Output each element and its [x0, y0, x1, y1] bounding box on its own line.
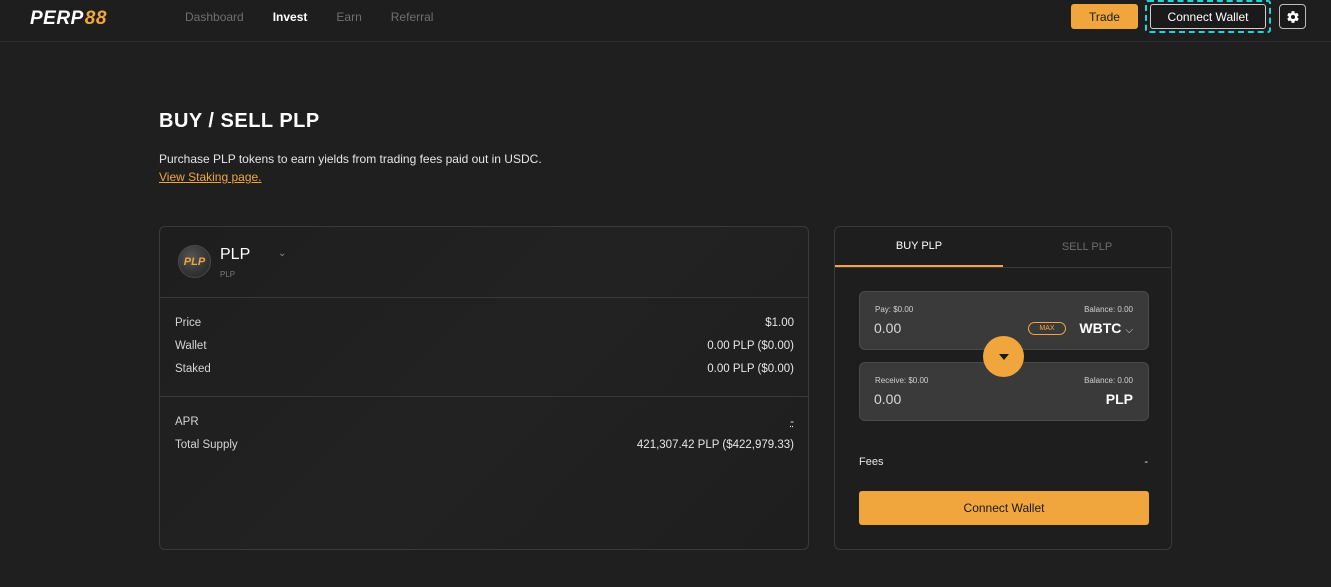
- logo-text: PERP: [30, 8, 84, 29]
- stat-row-wallet: Wallet 0.00 PLP ($0.00): [175, 340, 794, 356]
- token-info-card: PLP PLP ⌄ PLP Price $1.00 Wallet 0.00 PL…: [159, 226, 809, 550]
- fees-value: -: [1144, 456, 1148, 468]
- gear-icon: [1286, 10, 1299, 23]
- token-subtitle: PLP: [220, 270, 236, 279]
- settings-button[interactable]: [1279, 4, 1306, 29]
- token-name: PLP: [220, 246, 251, 263]
- logo-number: 88: [84, 8, 107, 29]
- staked-value: 0.00 PLP ($0.00): [707, 363, 794, 375]
- chevron-down-icon: ⌵: [1125, 325, 1133, 336]
- pay-token-selector[interactable]: WBTC ⌵: [1079, 320, 1133, 336]
- receive-balance: Balance: 0.00: [1084, 376, 1133, 385]
- page-description: Purchase PLP tokens to earn yields from …: [159, 152, 542, 166]
- plp-token-logo: PLP: [178, 245, 211, 278]
- fees-label: Fees: [859, 456, 884, 468]
- receive-token-name: PLP: [1105, 391, 1133, 407]
- token-selector[interactable]: PLP PLP ⌄ PLP: [178, 245, 378, 279]
- nav-link-dashboard[interactable]: Dashboard: [185, 10, 244, 24]
- stat-row-total-supply: Total Supply 421,307.42 PLP ($422,979.33…: [175, 439, 794, 455]
- receive-amount[interactable]: 0.00: [874, 391, 994, 407]
- max-button[interactable]: MAX: [1028, 322, 1066, 335]
- trade-button[interactable]: Trade: [1071, 4, 1138, 29]
- apr-value[interactable]: -: [790, 416, 794, 428]
- swap-direction-button[interactable]: [983, 336, 1024, 377]
- pay-token-name: WBTC: [1079, 320, 1122, 336]
- nav-link-earn[interactable]: Earn: [336, 10, 361, 24]
- wallet-value: 0.00 PLP ($0.00): [707, 340, 794, 352]
- total-supply-value: 421,307.42 PLP ($422,979.33): [636, 439, 794, 451]
- divider: [160, 396, 808, 397]
- buy-sell-panel: BUY PLP SELL PLP Pay: $0.00 Balance: 0.0…: [834, 226, 1172, 550]
- page-title: BUY / SELL PLP: [159, 110, 320, 132]
- connect-wallet-main-button[interactable]: Connect Wallet: [859, 491, 1149, 525]
- nav-link-referral[interactable]: Referral: [391, 10, 434, 24]
- nav-links: Dashboard Invest Earn Referral: [185, 10, 462, 24]
- wallet-label: Wallet: [175, 340, 207, 352]
- chevron-down-icon: ⌄: [278, 248, 287, 259]
- price-value: $1.00: [765, 317, 794, 329]
- perp88-logo[interactable]: PERP 88: [30, 6, 107, 32]
- price-label: Price: [175, 317, 202, 329]
- nav-link-invest[interactable]: Invest: [273, 10, 308, 24]
- connect-wallet-button[interactable]: Connect Wallet: [1150, 4, 1266, 29]
- stat-row-staked: Staked 0.00 PLP ($0.00): [175, 363, 794, 379]
- tab-divider: [835, 267, 1171, 268]
- apr-label: APR: [175, 416, 199, 428]
- view-staking-link[interactable]: View Staking page.: [159, 170, 262, 184]
- caret-down-icon: [998, 353, 1009, 360]
- staked-label: Staked: [175, 363, 211, 375]
- total-supply-label: Total Supply: [175, 439, 238, 451]
- pay-label: Pay: $0.00: [875, 305, 914, 314]
- pay-amount-input[interactable]: 0.00: [874, 320, 994, 336]
- stat-row-price: Price $1.00: [175, 317, 794, 333]
- divider: [160, 297, 808, 298]
- receive-label: Receive: $0.00: [875, 376, 929, 385]
- stat-row-apr: APR -: [175, 416, 794, 432]
- pay-balance: Balance: 0.00: [1084, 305, 1133, 314]
- top-navbar: PERP 88 Dashboard Invest Earn Referral Tr…: [0, 0, 1331, 42]
- tab-sell-plp[interactable]: SELL PLP: [1003, 227, 1171, 267]
- tab-buy-plp[interactable]: BUY PLP: [835, 227, 1003, 267]
